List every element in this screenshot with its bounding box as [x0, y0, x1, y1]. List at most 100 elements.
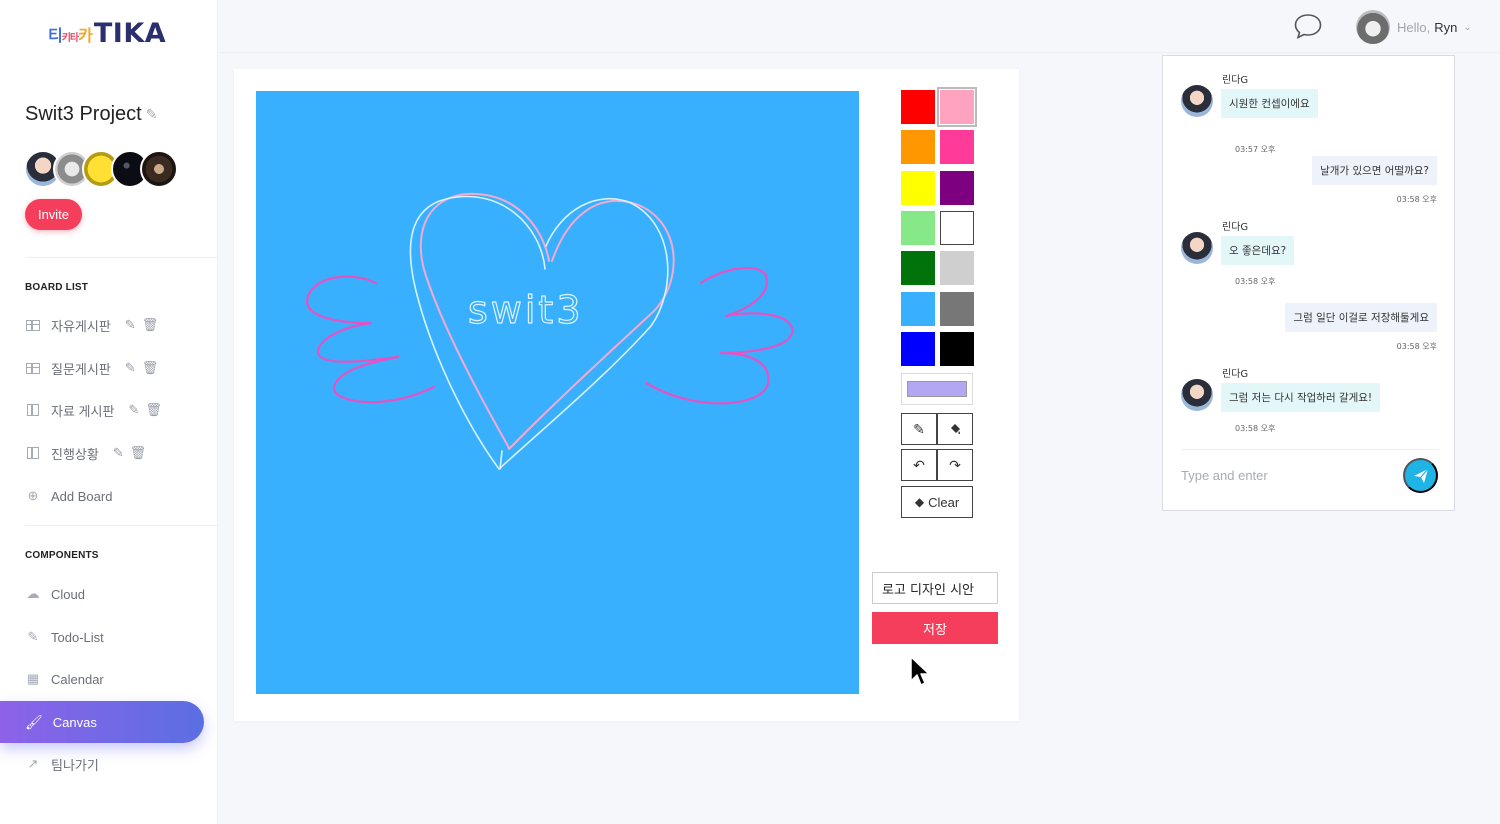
redo-button[interactable]: ↷	[937, 449, 973, 481]
plus-circle-icon: ⊕	[27, 488, 39, 503]
pencil-icon[interactable]: ✎	[113, 445, 124, 461]
user-avatar[interactable]	[1356, 10, 1390, 44]
chat-time: 03:58 오후	[1396, 195, 1437, 204]
chat-sender: 린다G	[1222, 222, 1249, 233]
user-name: Ryn	[1434, 19, 1458, 35]
sidebar-item-label: 팀나가기	[51, 757, 99, 773]
chat-time: 03:58 오후	[1396, 342, 1437, 351]
color-swatch[interactable]	[940, 291, 974, 326]
chat-input[interactable]	[1181, 462, 1391, 488]
chat-bubble: 그럼 저는 다시 작업하러 갈게요!	[1221, 383, 1381, 412]
brush-icon: 🖌	[25, 713, 43, 730]
sidebar-item-todo-list[interactable]: ✎ Todo-List	[25, 625, 104, 649]
color-swatch[interactable]	[901, 90, 935, 124]
clear-label: Clear	[928, 494, 960, 510]
chat-time: 03:58 오후	[1235, 277, 1276, 286]
fill-tool-button[interactable]	[937, 413, 973, 445]
chat-message: 그럼 일단 이걸로 저장해둘게요 03:58 오후	[1285, 303, 1437, 352]
color-swatch[interactable]	[901, 130, 935, 165]
book-icon	[25, 446, 41, 460]
eraser-icon: ◆	[914, 495, 925, 509]
trash-icon[interactable]: 🗑	[142, 317, 159, 333]
send-icon	[1413, 468, 1428, 483]
save-button[interactable]: 저장	[872, 612, 998, 644]
book-icon	[25, 403, 41, 417]
undo-icon: ↶	[913, 456, 925, 473]
color-swatch[interactable]	[901, 210, 935, 245]
color-swatch[interactable]	[901, 170, 935, 205]
avatar	[1181, 379, 1213, 411]
chevron-down-icon[interactable]: ⌄	[1463, 22, 1471, 33]
pencil-icon: ✎	[913, 420, 925, 437]
trash-icon[interactable]: 🗑	[145, 402, 162, 418]
divider	[25, 257, 217, 258]
drawing-text: swit3	[468, 288, 584, 332]
sidebar-item-board-1[interactable]: 자유게시판 ✎ 🗑	[25, 313, 158, 337]
pencil-icon[interactable]: ✎	[125, 360, 136, 376]
mouse-cursor-icon	[910, 656, 930, 686]
avatar[interactable]	[140, 150, 178, 188]
sidebar-item-canvas[interactable]: 🖌 Canvas	[0, 701, 204, 743]
color-swatch[interactable]	[940, 170, 974, 205]
project-title: Swit3 Project	[25, 103, 142, 125]
avatar	[1181, 232, 1213, 264]
pencil-tool-button[interactable]: ✎	[901, 413, 937, 445]
chat-bubble: 그럼 일단 이걸로 저장해둘게요	[1285, 303, 1437, 332]
chat-message: 날개가 있으면 어떨까요? 03:58 오후	[1312, 156, 1437, 205]
share-icon: ↗	[27, 756, 39, 771]
color-swatch[interactable]	[901, 331, 935, 366]
logo-korean: 티키타카	[48, 25, 93, 45]
chat-time: 03:57 오후	[1235, 145, 1276, 154]
color-swatch[interactable]	[940, 210, 974, 245]
drawing-title-input[interactable]	[872, 572, 998, 604]
clear-button[interactable]: ◆ Clear	[901, 486, 973, 518]
drawing-canvas[interactable]: swit3	[256, 91, 859, 694]
table-icon	[25, 318, 41, 332]
chat-bubble: 날개가 있으면 어떨까요?	[1312, 156, 1437, 185]
sidebar-item-board-4[interactable]: 진행상황 ✎ 🗑	[25, 441, 146, 465]
color-swatch[interactable]	[901, 251, 935, 286]
sidebar-item-board-2[interactable]: 질문게시판 ✎ 🗑	[25, 356, 158, 380]
color-swatch[interactable]	[940, 331, 974, 366]
pencil-icon[interactable]: ✎	[146, 107, 158, 123]
avatar	[1181, 85, 1213, 117]
divider	[25, 525, 217, 526]
sidebar-item-cloud[interactable]: ☁ Cloud	[25, 582, 85, 606]
pencil-icon[interactable]: ✎	[128, 402, 139, 418]
trash-icon[interactable]: 🗑	[142, 360, 159, 376]
user-greeting: Hello,	[1397, 19, 1431, 35]
invite-button[interactable]: Invite	[25, 199, 82, 230]
send-button[interactable]	[1403, 458, 1438, 493]
sidebar-item-label: Cloud	[51, 586, 85, 602]
user-menu[interactable]: Hello, Ryn ⌄	[1356, 10, 1472, 44]
components-title: COMPONENTS	[25, 550, 99, 561]
logo-text: TIKA	[93, 18, 167, 49]
sidebar-item-calendar[interactable]: ▦ Calendar	[25, 667, 104, 691]
color-swatch[interactable]	[940, 130, 974, 165]
sidebar-item-leave-team[interactable]: ↗ 팀나가기	[25, 752, 99, 776]
sidebar-item-board-3[interactable]: 자료 게시판 ✎ 🗑	[25, 398, 162, 422]
sidebar-item-label: Calendar	[51, 671, 104, 687]
trash-icon[interactable]: 🗑	[130, 445, 147, 461]
sidebar-item-label: 진행상황	[51, 446, 99, 462]
add-board-label: Add Board	[51, 488, 113, 504]
chat-sender: 린다G	[1222, 75, 1249, 86]
app-logo[interactable]: 티키타카 TIKA	[48, 18, 166, 49]
redo-icon: ↷	[949, 456, 961, 473]
color-swatch[interactable]	[901, 291, 935, 326]
divider	[1181, 449, 1439, 450]
sidebar-item-label: 자료 게시판	[51, 403, 115, 419]
sidebar-item-label: Canvas	[52, 714, 97, 730]
pencil-icon[interactable]: ✎	[125, 317, 136, 333]
drawing-strokes: swit3	[306, 192, 794, 470]
chat-bubble-icon[interactable]	[1293, 12, 1323, 40]
undo-button[interactable]: ↶	[901, 449, 937, 481]
color-swatch[interactable]	[940, 251, 974, 286]
color-swatch[interactable]	[937, 87, 977, 127]
add-board-button[interactable]: ⊕ Add Board	[25, 484, 113, 508]
sidebar-item-label: Todo-List	[51, 629, 104, 645]
edit-icon: ✎	[27, 629, 39, 644]
sidebar-item-label: 질문게시판	[51, 361, 111, 377]
sidebar-item-label: 자유게시판	[51, 318, 111, 334]
cloud-icon: ☁	[26, 586, 40, 601]
